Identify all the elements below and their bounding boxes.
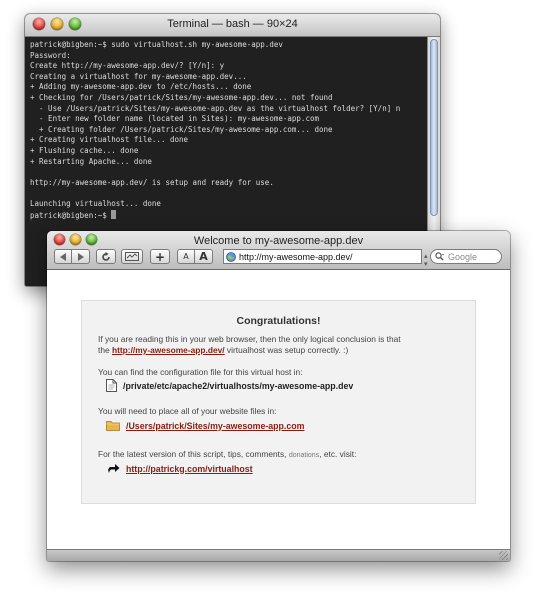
search-icon — [435, 252, 444, 261]
browser-title: Welcome to my-awesome-app.dev — [193, 235, 364, 247]
terminal-line: + Restarting Apache... done — [30, 156, 152, 166]
files-row: /Users/patrick/Sites/my-awesome-app.com — [106, 420, 304, 431]
terminal-line: + Adding my-awesome-app.dev to /etc/host… — [30, 82, 252, 92]
terminal-line: patrick@bigben:~$ sudo virtualhost.sh my… — [30, 40, 283, 49]
sites-folder-link[interactable]: /Users/patrick/Sites/my-awesome-app.com — [126, 421, 304, 431]
terminal-line: + Checking for /Users/patrick/Sites/my-a… — [30, 92, 333, 102]
address-url: http://my-awesome-app.dev/ — [239, 251, 353, 262]
terminal-scroll-thumb[interactable] — [430, 39, 438, 216]
address-dropdown-icon[interactable]: ▴ ▾ — [424, 252, 428, 268]
reload-button[interactable] — [96, 249, 116, 264]
status-bar — [47, 549, 510, 561]
donations-text: donations — [288, 452, 320, 459]
terminal-title-bar[interactable]: Terminal — bash — 90×24 — [25, 14, 440, 37]
back-forward-group — [54, 249, 90, 264]
window-grid-icon — [125, 252, 139, 261]
terminal-prompt-line[interactable]: patrick@bigben:~$ — [30, 209, 423, 222]
reload-icon — [102, 251, 110, 261]
terminal-line: - Use /Users/patrick/Sites/my-awesome-ap… — [30, 103, 401, 113]
latest-text: , etc. visit: — [319, 449, 357, 459]
welcome-card: Congratulations! If you are reading this… — [81, 300, 476, 504]
project-link[interactable]: http://patrickg.com/virtualhost — [126, 464, 253, 474]
snapback-button[interactable] — [121, 249, 143, 264]
intro-paragraph: If you are reading this in your web brow… — [98, 334, 463, 356]
terminal-line: + Flushing cache... done — [30, 145, 139, 155]
latest-row: http://patrickg.com/virtualhost — [106, 463, 253, 474]
back-arrow-icon — [59, 252, 66, 261]
forward-button[interactable] — [72, 249, 90, 264]
text-bigger-button[interactable]: A — [195, 249, 213, 264]
latest-paragraph: For the latest version of this script, t… — [98, 449, 463, 461]
config-row: /private/etc/apache2/virtualhosts/my-awe… — [106, 379, 353, 392]
terminal-title: Terminal — bash — 90×24 — [167, 18, 298, 30]
intro-text: the — [98, 345, 112, 355]
terminal-line: http://my-awesome-app.dev/ is setup and … — [30, 177, 274, 187]
terminal-line: + Creating folder /Users/patrick/Sites/m… — [30, 124, 333, 134]
config-text: You can find the configuration file for … — [98, 367, 303, 377]
text-size-group: A A — [177, 249, 213, 264]
terminal-line: - Enter new folder name (located in Site… — [30, 114, 319, 124]
virtualhost-link[interactable]: http://my-awesome-app.dev/ — [112, 345, 225, 355]
intro-text: virtualhost was setup correctly. :) — [224, 345, 349, 355]
browser-window: Welcome to my-awesome-app.dev + A A http… — [47, 231, 510, 561]
forward-arrow-icon — [78, 252, 84, 261]
terminal-line: Creating a virtualhost for my-awesome-ap… — [30, 71, 247, 81]
web-page: Congratulations! If you are reading this… — [47, 270, 510, 550]
curved-arrow-icon — [108, 464, 120, 473]
page-heading: Congratulations! — [236, 315, 321, 327]
files-text: You will need to place all of your websi… — [98, 406, 277, 416]
intro-text: If you are reading this in your web brow… — [98, 334, 401, 344]
latest-text: For the latest version of this script, t… — [98, 449, 289, 459]
search-placeholder: Google — [448, 251, 478, 262]
terminal-line: Create http://my-awesome-app.dev/? [Y/n]… — [30, 61, 225, 71]
address-bar[interactable]: http://my-awesome-app.dev/ — [223, 249, 422, 264]
text-smaller-button[interactable]: A — [177, 249, 195, 264]
terminal-cursor — [111, 209, 117, 219]
terminal-line: Launching virtualhost... done — [30, 198, 161, 208]
add-bookmark-button[interactable]: + — [150, 249, 170, 264]
terminal-line: Password: — [30, 50, 71, 60]
resize-grip-icon[interactable] — [499, 551, 508, 560]
browser-toolbar: Welcome to my-awesome-app.dev + A A http… — [47, 231, 510, 270]
document-icon — [106, 379, 117, 392]
globe-icon — [226, 251, 236, 262]
folder-icon — [106, 421, 120, 431]
search-field[interactable]: Google — [430, 249, 502, 264]
back-button[interactable] — [54, 249, 72, 264]
config-path: /private/etc/apache2/virtualhosts/my-awe… — [123, 380, 354, 391]
terminal-prompt: patrick@bigben:~$ — [30, 210, 112, 220]
terminal-line: + Creating virtualhost file... done — [30, 135, 189, 145]
